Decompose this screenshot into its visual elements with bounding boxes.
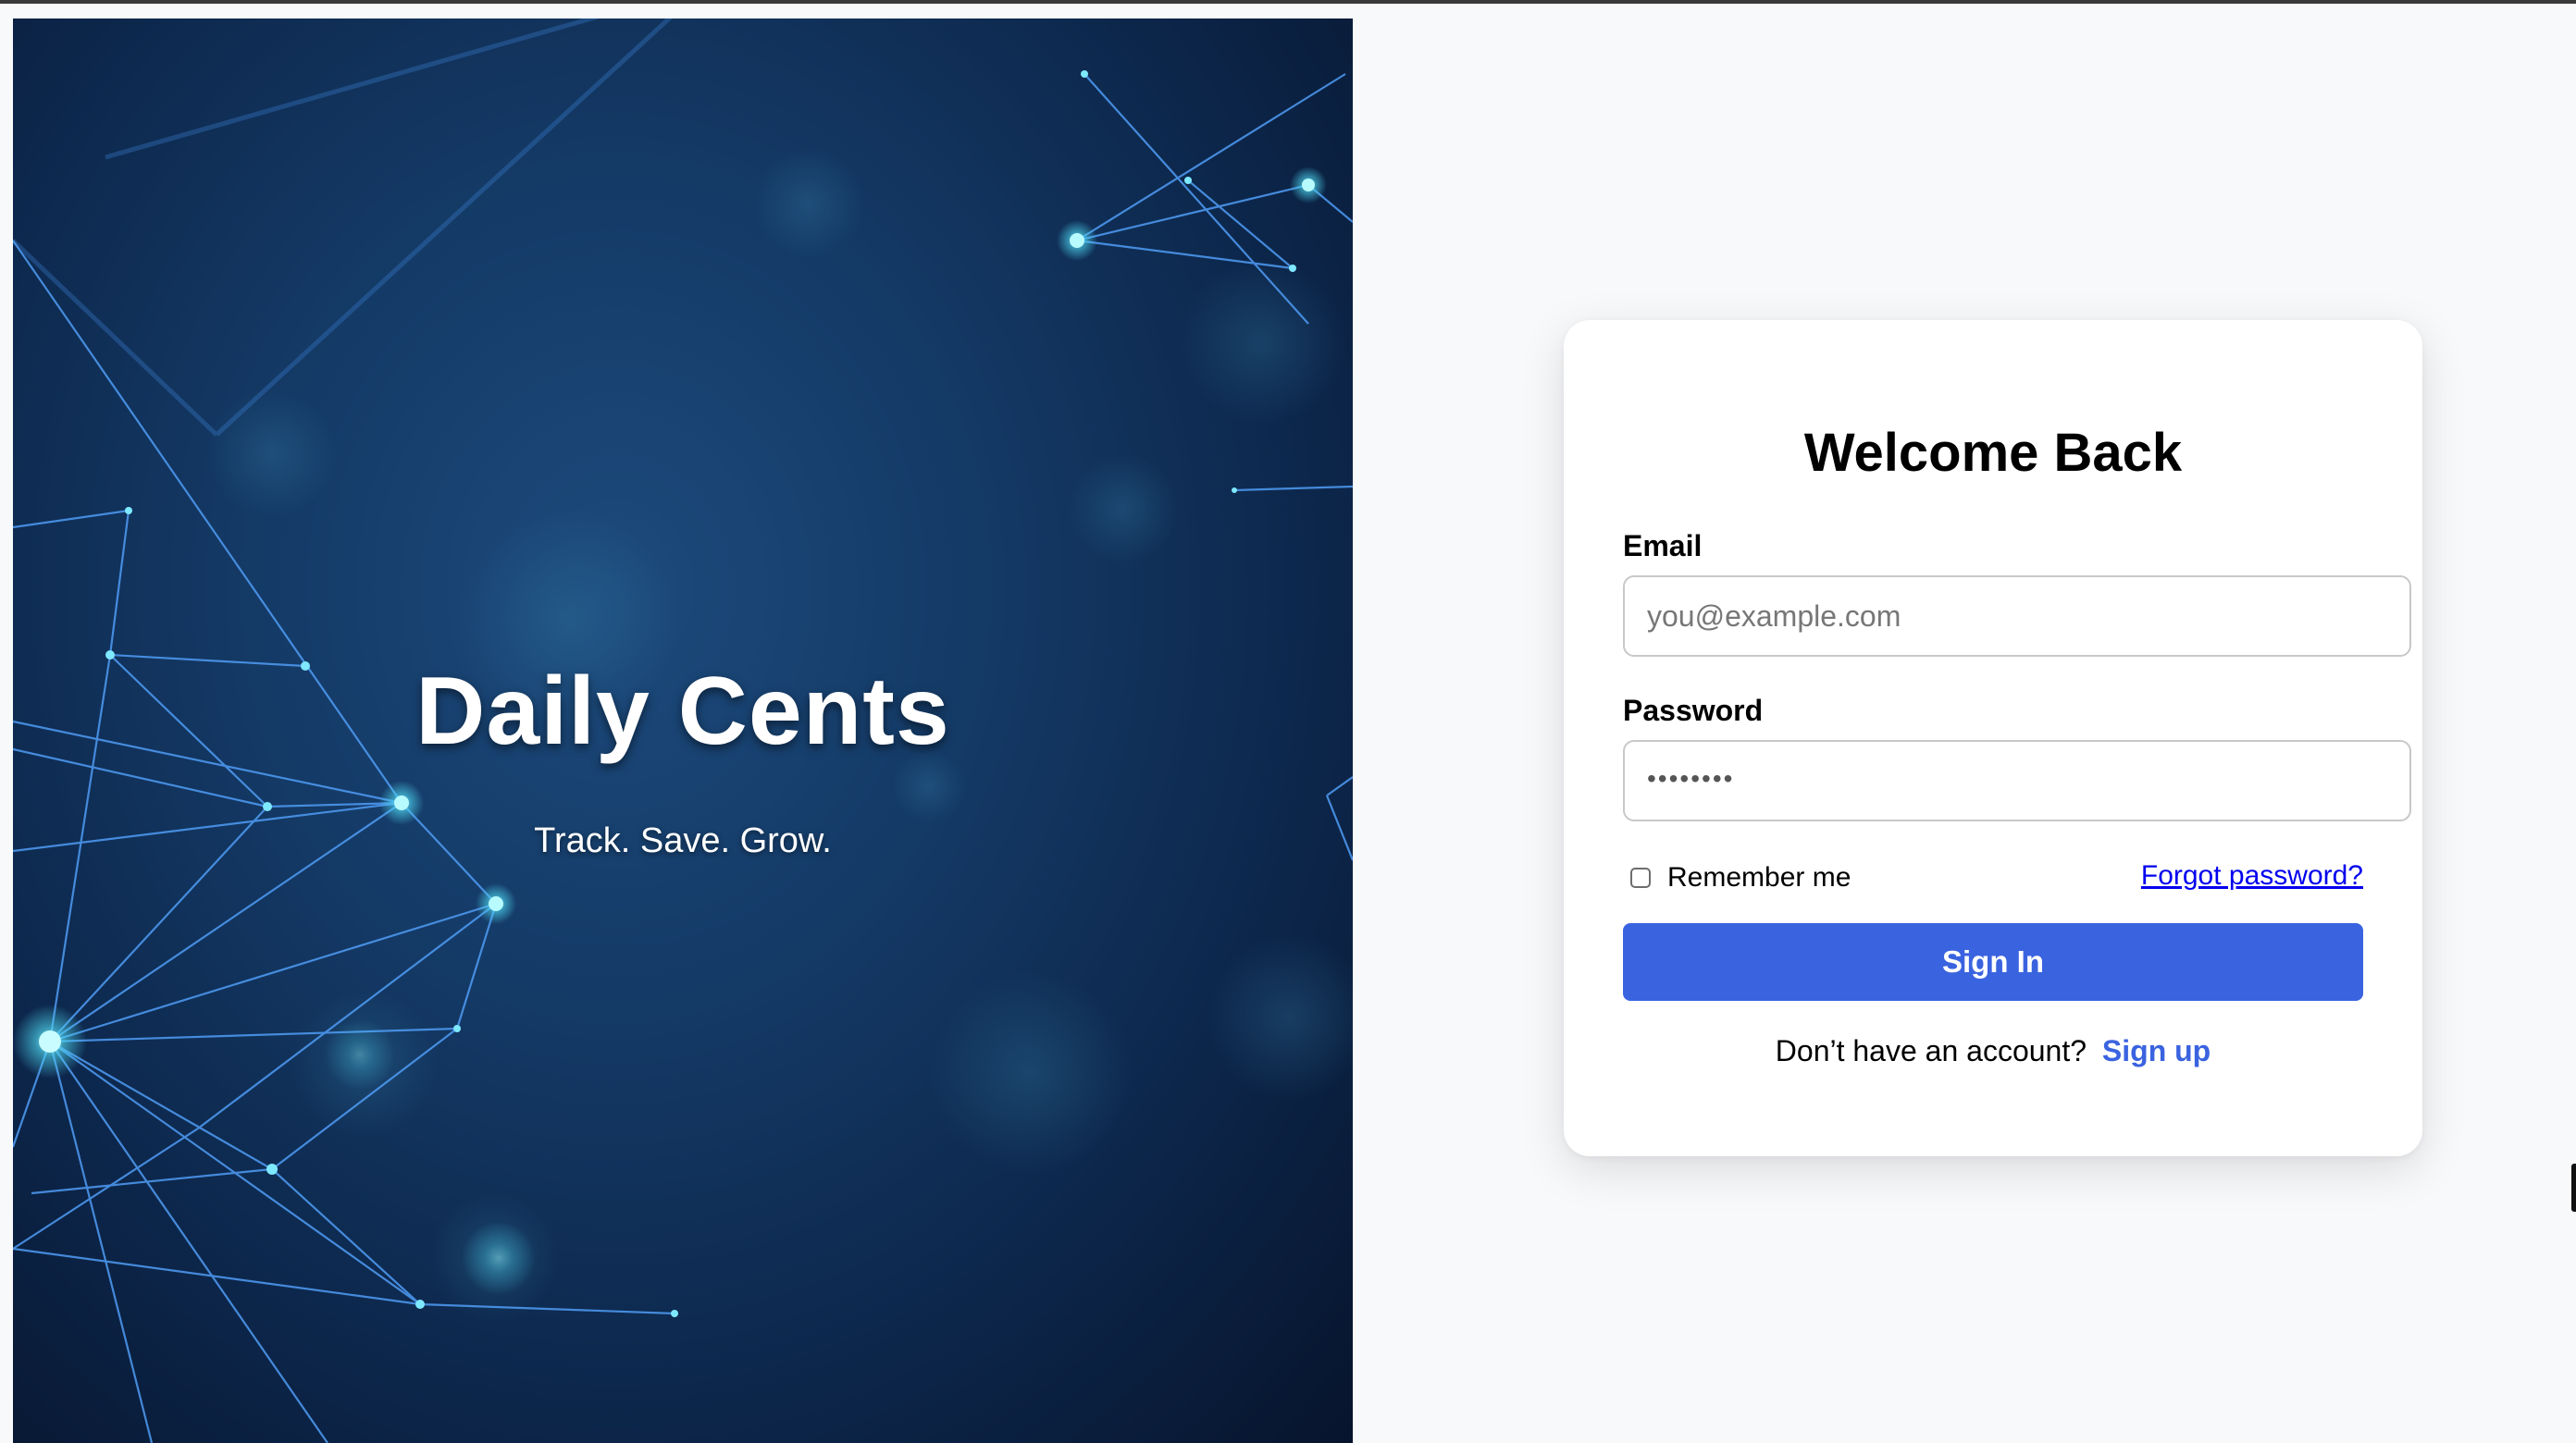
login-title: Welcome Back xyxy=(1803,423,2183,483)
login-card: Welcome Back Email Password •••••••• Rem… xyxy=(1564,320,2422,1156)
sign-up-link[interactable]: Sign up xyxy=(2102,1034,2211,1067)
email-label: Email xyxy=(1623,529,1703,562)
hero-panel: Daily Cents Track. Save. Grow. xyxy=(13,18,1353,1443)
hero-subtitle: Track. Save. Grow. xyxy=(534,821,832,860)
password-label: Password xyxy=(1623,694,1764,727)
password-input[interactable] xyxy=(1623,740,2411,821)
password-value: •••••••• xyxy=(1647,764,1735,793)
signup-row: Don’t have an account? Sign up xyxy=(1564,1034,2422,1068)
remember-me-option[interactable]: Remember me xyxy=(1630,862,1851,894)
sign-in-button[interactable]: Sign In xyxy=(1623,923,2363,1001)
email-input[interactable] xyxy=(1623,575,2411,657)
window-top-border xyxy=(0,0,2576,4)
signup-prompt: Don’t have an account? xyxy=(1775,1034,2087,1067)
forgot-password-link[interactable]: Forgot password? xyxy=(2141,860,2363,892)
remember-me-label: Remember me xyxy=(1667,862,1852,893)
remember-me-checkbox[interactable] xyxy=(1630,868,1651,888)
scroll-edge-indicator xyxy=(2571,1164,2576,1212)
hero-title: Daily Cents xyxy=(415,658,950,765)
